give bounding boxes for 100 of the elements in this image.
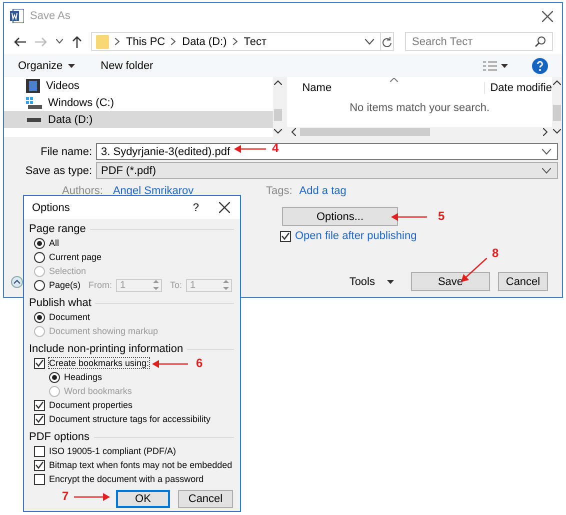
up-arrow-icon[interactable] bbox=[72, 36, 82, 48]
folder-tree-item[interactable]: Videos bbox=[4, 77, 274, 94]
breadcrumb-item[interactable]: Тест bbox=[244, 36, 267, 48]
radio-button[interactable] bbox=[34, 312, 45, 322]
annotation-number: 8 bbox=[492, 246, 499, 260]
radio-button[interactable] bbox=[34, 280, 45, 290]
dialog-button[interactable]: Cancel bbox=[178, 490, 233, 508]
checkbox[interactable] bbox=[34, 400, 45, 410]
file-type-dropdown[interactable]: PDF (*.pdf) bbox=[96, 162, 558, 179]
organize-menu[interactable]: Organize bbox=[18, 60, 75, 72]
windows-drive-icon bbox=[26, 96, 42, 108]
checkbox[interactable] bbox=[34, 414, 45, 424]
view-options-icon[interactable] bbox=[483, 60, 497, 70]
option-label[interactable]: Document properties bbox=[49, 400, 133, 410]
annotation-arrow bbox=[234, 145, 266, 153]
field-label: From: bbox=[88, 280, 112, 290]
caret-icon[interactable] bbox=[501, 64, 508, 68]
chevron-down-icon[interactable] bbox=[56, 39, 63, 44]
radio-button[interactable] bbox=[49, 372, 60, 382]
field-label: To: bbox=[170, 280, 182, 290]
annotation-arrow bbox=[391, 213, 427, 221]
refresh-icon bbox=[382, 36, 392, 46]
group-title: Publish what bbox=[29, 297, 92, 309]
column-header[interactable]: Name bbox=[287, 82, 484, 94]
option-label[interactable]: Headings bbox=[64, 372, 102, 382]
annotation-number: 6 bbox=[196, 356, 203, 370]
dialog-button[interactable]: Save bbox=[411, 272, 490, 291]
option-label[interactable]: ISO 19005-1 compliant (PDF/A) bbox=[49, 446, 176, 456]
address-bar[interactable]: This PC Data (D:) Тест bbox=[91, 32, 381, 51]
film-icon bbox=[26, 78, 40, 92]
checkbox[interactable] bbox=[34, 474, 45, 484]
scroll-right-icon[interactable] bbox=[543, 128, 548, 136]
group-title: Page range bbox=[29, 223, 86, 235]
back-arrow-icon[interactable] bbox=[14, 36, 26, 46]
radio-button[interactable] bbox=[34, 252, 45, 262]
field-label: Authors: bbox=[62, 185, 103, 197]
chevron-down-icon[interactable] bbox=[542, 148, 551, 154]
tools-menu[interactable]: Tools bbox=[349, 276, 394, 288]
option-label[interactable]: All bbox=[49, 238, 60, 248]
dialog-button[interactable]: OK bbox=[116, 490, 170, 508]
annotation-arrow bbox=[461, 258, 487, 282]
folder-tree-item[interactable]: Data (D:) bbox=[4, 111, 274, 128]
scrollbar[interactable] bbox=[552, 77, 562, 137]
scroll-up-icon[interactable] bbox=[553, 80, 561, 85]
annotation-number: 7 bbox=[62, 489, 69, 503]
drive-icon bbox=[27, 118, 41, 122]
option-label[interactable]: Bitmap text when fonts may not be embedded bbox=[49, 460, 232, 470]
option-label[interactable]: Encrypt the document with a password bbox=[49, 474, 204, 484]
scroll-down-icon[interactable] bbox=[274, 129, 282, 134]
field-label: Tags: bbox=[266, 185, 292, 197]
group-title: Include non-printing information bbox=[29, 343, 184, 355]
search-field[interactable]: Search Тест bbox=[405, 32, 553, 51]
checkbox-label[interactable]: Open file after publishing bbox=[295, 230, 417, 242]
checkbox[interactable] bbox=[34, 460, 45, 470]
checkbox[interactable] bbox=[34, 446, 45, 456]
option-label[interactable]: Document structure tags for accessibility bbox=[49, 414, 211, 424]
sort-caret-icon bbox=[390, 78, 398, 82]
new-folder-button[interactable]: New folder bbox=[100, 60, 154, 72]
add-tag-link[interactable]: Add a tag bbox=[299, 185, 346, 197]
checkbox[interactable] bbox=[280, 230, 291, 242]
chevron-right-icon bbox=[115, 38, 120, 45]
dialog-title: Options bbox=[32, 202, 70, 214]
close-icon[interactable] bbox=[542, 10, 553, 22]
window-title: Save As bbox=[30, 10, 70, 22]
dialog-button[interactable]: Cancel bbox=[498, 272, 548, 291]
scroll-down-icon[interactable] bbox=[553, 129, 561, 134]
field-label: Save as type: bbox=[24, 164, 93, 176]
chevron-down-icon[interactable] bbox=[365, 38, 374, 44]
field-label: File name: bbox=[40, 146, 93, 158]
option-label[interactable]: Create bookmarks using: bbox=[49, 358, 150, 368]
radio-button[interactable] bbox=[34, 238, 45, 248]
breadcrumb-item[interactable]: Data (D:) bbox=[182, 36, 227, 48]
author-link[interactable]: Angel Smrikarov bbox=[112, 185, 266, 197]
option-label[interactable]: Document bbox=[49, 312, 90, 322]
folder-icon bbox=[96, 34, 109, 48]
scrollbar-thumb[interactable] bbox=[553, 105, 561, 121]
chevron-down-icon bbox=[542, 168, 551, 174]
folder-tree-item[interactable]: Windows (C:) bbox=[4, 94, 274, 111]
collapse-icon[interactable] bbox=[11, 276, 23, 288]
breadcrumb-item[interactable]: This PC bbox=[126, 36, 166, 48]
scrollbar-thumb[interactable] bbox=[274, 109, 282, 121]
empty-message: No items match your search. bbox=[348, 101, 491, 116]
checkbox[interactable] bbox=[34, 358, 45, 368]
help-icon[interactable] bbox=[532, 58, 548, 74]
group-title: PDF options bbox=[29, 431, 90, 443]
scroll-up-icon[interactable] bbox=[274, 80, 282, 85]
chevron-right-icon bbox=[232, 38, 238, 45]
annotation-arrow bbox=[152, 360, 188, 368]
close-icon[interactable] bbox=[219, 202, 230, 213]
scroll-left-icon[interactable] bbox=[291, 128, 296, 136]
search-icon bbox=[535, 36, 546, 47]
annotation-number: 5 bbox=[438, 209, 445, 223]
help-button[interactable]: ? bbox=[192, 202, 199, 214]
options-button[interactable]: Options... bbox=[282, 207, 398, 226]
option-label[interactable]: Current page bbox=[49, 252, 102, 262]
option-label[interactable]: Page(s) bbox=[49, 280, 81, 290]
annotation-number: 4 bbox=[272, 141, 279, 155]
scrollbar-thumb[interactable] bbox=[300, 128, 430, 136]
annotation-arrow bbox=[74, 493, 110, 501]
refresh-button[interactable] bbox=[380, 32, 394, 51]
